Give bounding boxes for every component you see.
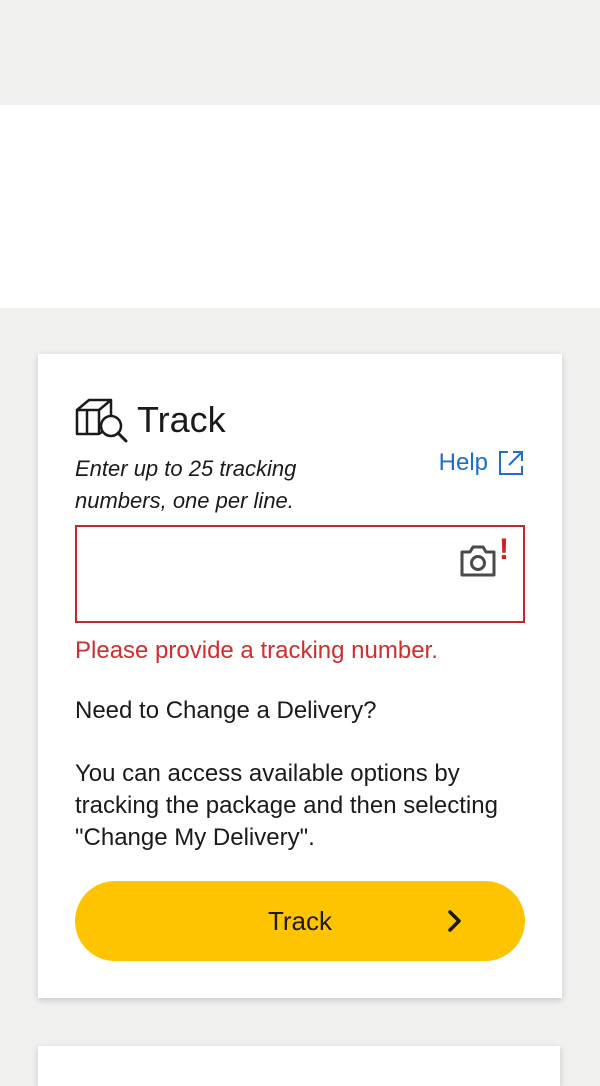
- help-label: Help: [438, 449, 488, 476]
- tracking-instructions: Enter up to 25 tracking numbers, one per…: [75, 456, 297, 513]
- next-card: [38, 1046, 560, 1086]
- exclamation-icon: !: [499, 533, 509, 566]
- track-button[interactable]: Track: [75, 881, 525, 961]
- tracking-error-message: Please provide a tracking number.: [75, 637, 438, 664]
- track-button-label: Track: [267, 905, 333, 936]
- camera-icon[interactable]: [459, 543, 497, 579]
- tracking-number-input[interactable]: [77, 527, 523, 621]
- page-title: Track: [137, 399, 226, 440]
- chevron-right-icon: [445, 908, 465, 934]
- top-band: [0, 0, 600, 105]
- package-search-icon: [75, 396, 129, 444]
- track-title-row: Track: [75, 394, 226, 446]
- change-delivery-description: You can access available options by trac…: [75, 760, 498, 851]
- change-delivery-heading: Need to Change a Delivery?: [75, 697, 377, 724]
- external-link-icon: [498, 450, 524, 476]
- help-link[interactable]: Help: [439, 449, 524, 477]
- header-banner: [0, 105, 600, 308]
- tracking-number-field: !: [75, 525, 525, 623]
- track-card: Track Enter up to 25 tracking numbers, o…: [38, 354, 562, 998]
